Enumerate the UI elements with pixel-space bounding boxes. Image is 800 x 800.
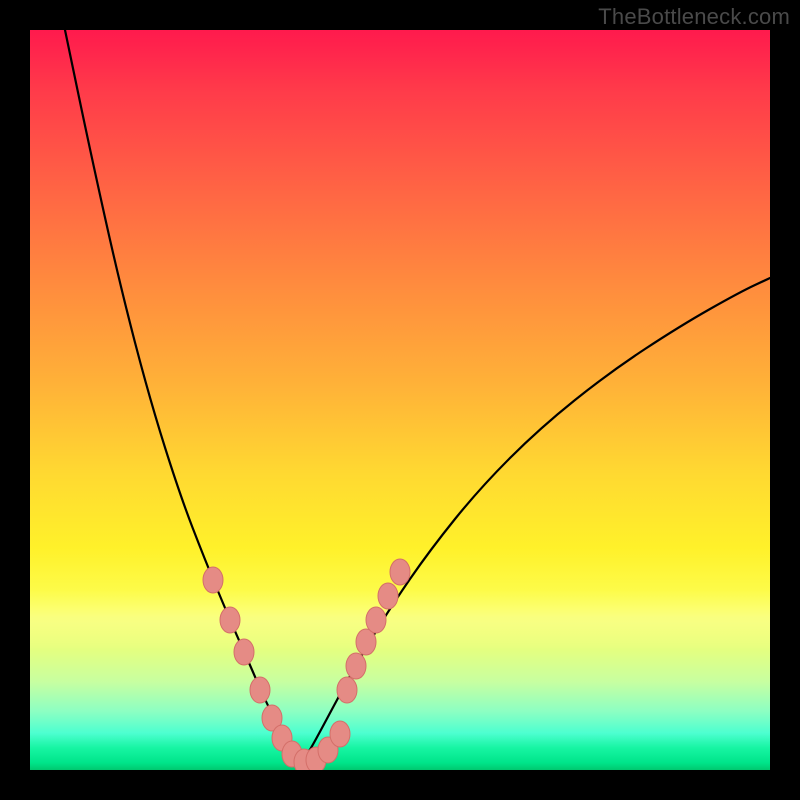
curve-lines (65, 30, 770, 762)
highlight-marker (330, 721, 350, 747)
highlight-marker (250, 677, 270, 703)
highlight-marker (346, 653, 366, 679)
plot-area (30, 30, 770, 770)
highlight-marker (366, 607, 386, 633)
highlight-marker (220, 607, 240, 633)
left-branch-line (65, 30, 302, 762)
highlight-marker (378, 583, 398, 609)
marker-group (203, 559, 410, 770)
highlight-marker (337, 677, 357, 703)
watermark-text: TheBottleneck.com (598, 4, 790, 30)
right-branch-line (302, 278, 770, 762)
highlight-marker (234, 639, 254, 665)
chart-frame: TheBottleneck.com (0, 0, 800, 800)
curve-svg (30, 30, 770, 770)
highlight-marker (203, 567, 223, 593)
highlight-marker (390, 559, 410, 585)
